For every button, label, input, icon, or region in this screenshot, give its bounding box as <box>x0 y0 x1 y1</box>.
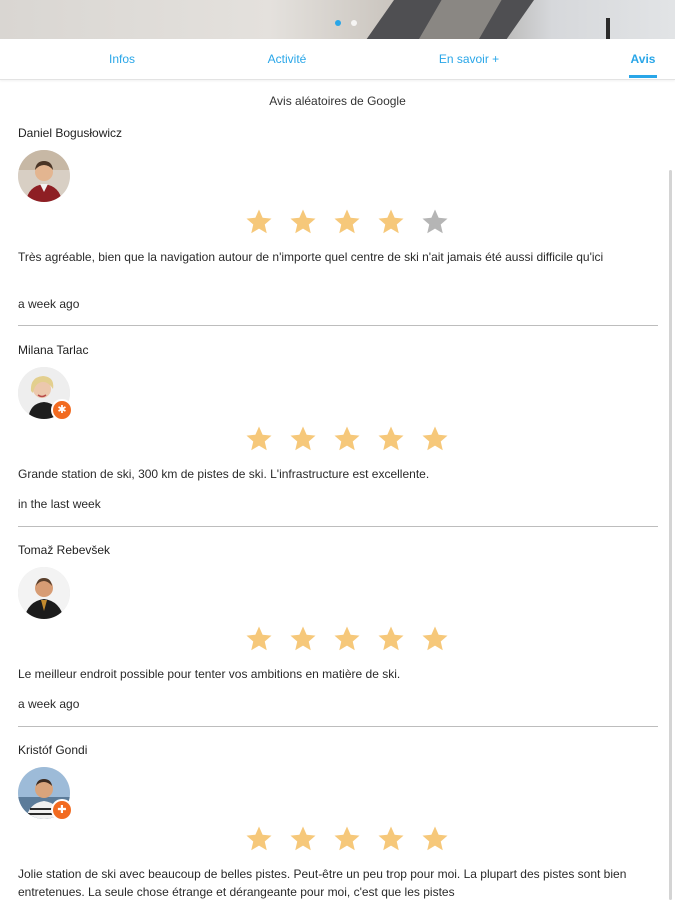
reviewer-name[interactable]: Milana Tarlac <box>18 343 88 357</box>
star-filled-icon <box>378 209 404 234</box>
review-text: Très agréable, bien que la navigation au… <box>18 250 604 264</box>
star-filled-icon <box>334 209 360 234</box>
star-filled-icon <box>334 626 360 651</box>
carousel-dot-active[interactable] <box>335 20 341 26</box>
review-text: Jolie station de ski avec beaucoup de be… <box>18 867 627 899</box>
star-rating <box>244 824 448 854</box>
tab-activite[interactable]: Activité <box>252 39 322 79</box>
active-tab-indicator <box>629 75 657 78</box>
star-filled-icon <box>334 826 360 851</box>
reviews-section-title: Avis aléatoires de Google <box>269 94 406 108</box>
star-rating <box>244 624 448 654</box>
header-photo-lift-pole <box>606 18 610 39</box>
reviewer-avatar[interactable] <box>18 150 70 202</box>
review-time: in the last week <box>18 497 101 511</box>
star-filled-icon <box>246 426 272 451</box>
tab-en-savoir-plus[interactable]: En savoir + <box>424 39 514 79</box>
review-text: Grande station de ski, 300 km de pistes … <box>18 467 430 481</box>
star-filled-icon <box>290 826 316 851</box>
star-filled-icon <box>290 626 316 651</box>
star-filled-icon <box>246 626 272 651</box>
reviewer-name[interactable]: Tomaž Rebevšek <box>18 543 110 557</box>
star-filled-icon <box>334 426 360 451</box>
local-guide-badge-icon: ✚ <box>51 799 73 821</box>
review-divider <box>18 325 658 326</box>
review-divider <box>18 726 658 727</box>
star-filled-icon <box>422 826 448 851</box>
star-empty-icon <box>422 209 448 234</box>
star-filled-icon <box>290 426 316 451</box>
star-filled-icon <box>290 209 316 234</box>
star-filled-icon <box>246 826 272 851</box>
tab-infos[interactable]: Infos <box>92 39 152 79</box>
star-filled-icon <box>378 426 404 451</box>
star-filled-icon <box>378 826 404 851</box>
review-time: a week ago <box>18 697 80 711</box>
star-filled-icon <box>422 426 448 451</box>
header-photo[interactable] <box>0 0 675 39</box>
reviewer-avatar[interactable] <box>18 567 70 619</box>
reviewer-name[interactable]: Kristóf Gondi <box>18 743 87 757</box>
local-guide-badge-icon: ✱ <box>51 399 73 421</box>
tab-bar: Infos Activité En savoir + Avis <box>0 39 675 80</box>
star-rating <box>244 424 448 454</box>
star-rating <box>244 207 448 237</box>
carousel-dot[interactable] <box>351 20 357 26</box>
star-filled-icon <box>422 626 448 651</box>
tab-avis[interactable]: Avis <box>620 39 666 79</box>
star-filled-icon <box>378 626 404 651</box>
review-text: Le meilleur endroit possible pour tenter… <box>18 667 401 681</box>
reviewer-name[interactable]: Daniel Bogusłowicz <box>18 126 122 140</box>
scrollbar[interactable] <box>669 170 672 900</box>
star-filled-icon <box>246 209 272 234</box>
reviews-panel: Avis aléatoires de Google Daniel Bogusło… <box>0 80 675 900</box>
review-divider <box>18 526 658 527</box>
review-time: a week ago <box>18 297 80 311</box>
